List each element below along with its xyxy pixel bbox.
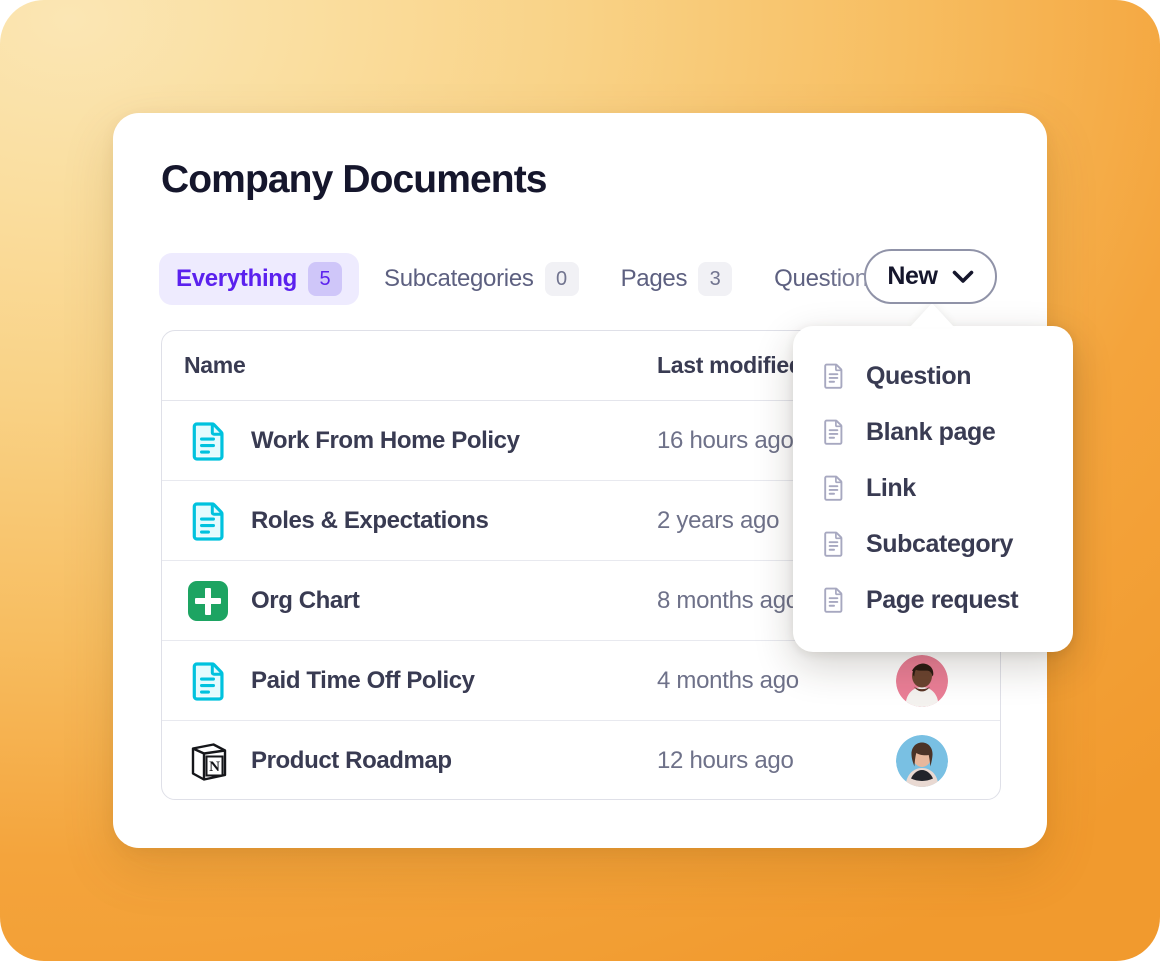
avatar[interactable] [896, 735, 948, 787]
menu-item-page-request[interactable]: Page request [793, 572, 1073, 628]
cyan-document-icon [184, 497, 232, 545]
cell-name: N Product Roadmap [184, 737, 657, 785]
document-name[interactable]: Org Chart [251, 587, 360, 615]
tab-pages[interactable]: Pages 3 [604, 253, 750, 305]
document-icon [819, 417, 849, 447]
page-title: Company Documents [161, 158, 547, 201]
menu-item-label: Blank page [866, 417, 996, 446]
tab-label: Subcategories [384, 265, 534, 292]
document-icon [819, 473, 849, 503]
cell-name: Roles & Expectations [184, 497, 657, 545]
dropdown-pointer-arrow [910, 303, 954, 327]
column-header-name[interactable]: Name [184, 352, 657, 379]
document-icon [819, 361, 849, 391]
menu-item-question[interactable]: Question [793, 348, 1073, 404]
cell-name: Org Chart [184, 577, 657, 625]
screenshot-root: Company Documents Everything 5 Subcategori… [0, 0, 1160, 961]
cyan-document-icon [184, 417, 232, 465]
menu-item-link[interactable]: Link [793, 460, 1073, 516]
avatar[interactable] [896, 654, 948, 707]
document-name[interactable]: Paid Time Off Policy [251, 667, 475, 695]
tab-everything[interactable]: Everything 5 [159, 253, 360, 305]
document-name[interactable]: Work From Home Policy [251, 427, 520, 455]
tab-count-badge: 3 [698, 262, 733, 296]
cell-name: Work From Home Policy [184, 417, 657, 465]
new-button[interactable]: New [864, 249, 997, 304]
tab-subcategories[interactable]: Subcategories 0 [367, 253, 596, 305]
new-dropdown-menu: Question Blank page Link Subcategory Pag… [793, 326, 1073, 652]
google-sheets-icon [184, 577, 232, 625]
tab-count-badge: 0 [544, 262, 579, 296]
document-name[interactable]: Product Roadmap [251, 747, 452, 775]
cell-name: Paid Time Off Policy [184, 657, 657, 705]
menu-item-label: Link [866, 473, 916, 502]
menu-item-label: Question [866, 361, 972, 390]
notion-icon: N [184, 737, 232, 785]
new-button-label: New [887, 262, 938, 290]
cell-last-modified: 4 months ago [657, 666, 799, 694]
cell-last-modified: 12 hours ago [657, 747, 794, 774]
cyan-document-icon [184, 657, 232, 705]
tab-count-badge: 5 [308, 262, 343, 296]
document-icon [819, 585, 849, 615]
document-icon [819, 529, 849, 559]
cell-avatar [896, 654, 1000, 707]
cell-avatar [896, 735, 1000, 787]
menu-item-label: Page request [866, 585, 1019, 614]
menu-item-label: Subcategory [866, 529, 1014, 558]
menu-item-blank-page[interactable]: Blank page [793, 404, 1073, 460]
tab-label: Pages [620, 265, 688, 292]
document-name[interactable]: Roles & Expectations [251, 507, 489, 535]
tab-label: Everything [176, 265, 298, 292]
chevron-down-icon [952, 270, 974, 284]
table-row[interactable]: Paid Time Off Policy 4 months ago [162, 641, 1000, 721]
svg-text:N: N [209, 759, 220, 775]
menu-item-subcategory[interactable]: Subcategory [793, 516, 1073, 572]
table-row[interactable]: N Product Roadmap 12 hours ago [162, 721, 1000, 799]
